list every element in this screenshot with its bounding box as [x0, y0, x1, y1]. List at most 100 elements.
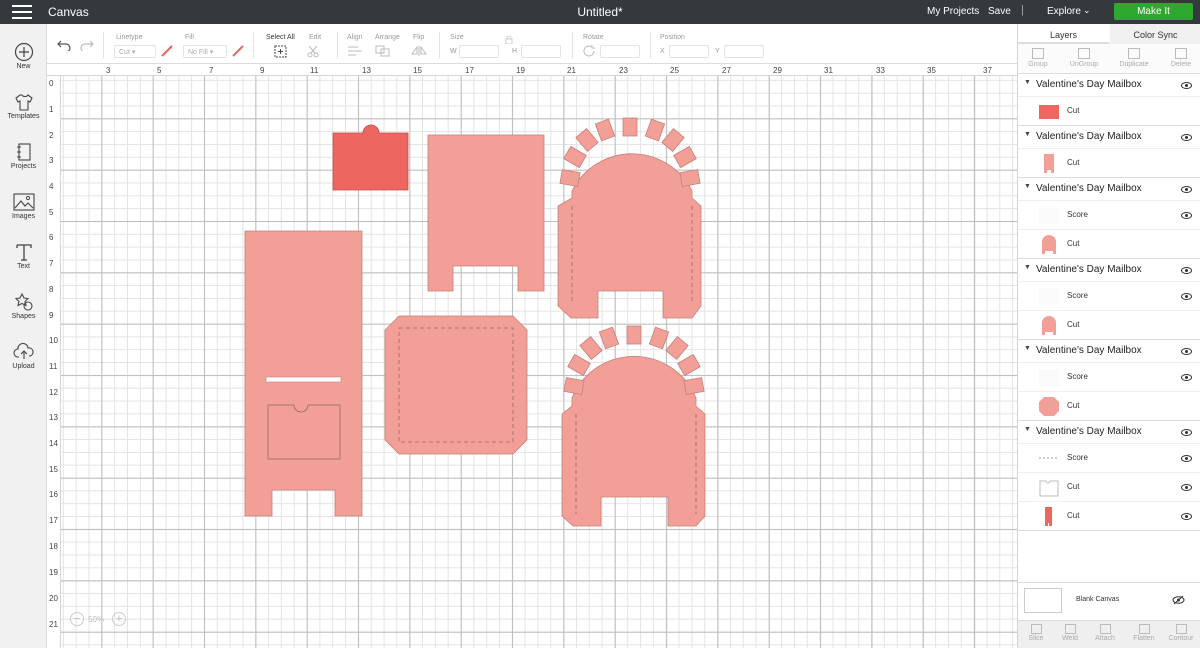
- ruler-tick-label: 4: [49, 182, 54, 191]
- layer-group-header[interactable]: ▼ Valentine's Day Mailbox: [1018, 340, 1200, 362]
- select-all-icon[interactable]: [274, 45, 287, 58]
- duplicate-icon: [1128, 48, 1140, 59]
- group-button[interactable]: Group: [1018, 48, 1058, 68]
- tab-color-sync[interactable]: Color Sync: [1110, 24, 1200, 44]
- eye-icon[interactable]: [1181, 513, 1192, 520]
- layer-group-header[interactable]: ▼ Valentine's Day Mailbox: [1018, 421, 1200, 443]
- ruler-tick-label: 35: [927, 66, 936, 75]
- x-input[interactable]: [669, 45, 709, 58]
- fill-select[interactable]: No Fill ▾: [183, 45, 227, 58]
- chevron-down-icon[interactable]: ⌄: [1083, 5, 1091, 16]
- chevron-down-icon[interactable]: ▼: [1024, 264, 1031, 271]
- eye-icon[interactable]: [1181, 374, 1192, 381]
- layer-row[interactable]: Cut: [1018, 310, 1200, 339]
- align-icon[interactable]: [347, 45, 365, 57]
- canvas-shapes: [244, 117, 706, 527]
- linetype-color-icon[interactable]: [160, 44, 174, 58]
- duplicate-button[interactable]: Duplicate: [1114, 48, 1154, 68]
- eye-icon[interactable]: [1181, 186, 1192, 193]
- layer-group-header[interactable]: ▼ Valentine's Day Mailbox: [1018, 126, 1200, 148]
- left-ruler: 0 1 2 3 4 5 6 7 8 9 10 11 12 13 14 15 16…: [47, 76, 61, 648]
- tab-layers[interactable]: Layers: [1018, 24, 1109, 44]
- design-canvas[interactable]: [61, 76, 1017, 648]
- save-button[interactable]: Save: [988, 6, 1011, 17]
- contour-button[interactable]: Contour: [1163, 624, 1199, 642]
- blank-canvas-swatch[interactable]: [1024, 588, 1062, 613]
- fill-label: Fill: [185, 34, 194, 41]
- layer-group-header[interactable]: ▼ Valentine's Day Mailbox: [1018, 74, 1200, 96]
- eye-icon[interactable]: [1181, 429, 1192, 436]
- chevron-down-icon[interactable]: ▼: [1024, 345, 1031, 352]
- layer-row[interactable]: Cut: [1018, 472, 1200, 501]
- ruler-tick-label: 11: [310, 66, 319, 75]
- layer-group-header[interactable]: ▼ Valentine's Day Mailbox: [1018, 259, 1200, 281]
- flip-icon[interactable]: [410, 45, 430, 57]
- attach-icon: [1099, 624, 1111, 634]
- eye-icon[interactable]: [1181, 267, 1192, 274]
- zoom-out-button[interactable]: −: [70, 612, 84, 626]
- sidebar-item-projects[interactable]: Projects: [0, 138, 47, 184]
- layer-row[interactable]: Cut: [1018, 501, 1200, 530]
- sidebar-item-images[interactable]: Images: [0, 188, 47, 234]
- zoom-in-button[interactable]: +: [112, 612, 126, 626]
- linetype-value: Cut: [119, 49, 130, 56]
- eye-icon[interactable]: [1181, 484, 1192, 491]
- chevron-down-icon[interactable]: ▼: [1024, 79, 1031, 86]
- explore-dropdown[interactable]: Explore: [1047, 6, 1081, 17]
- rotate-input[interactable]: [600, 45, 640, 58]
- edit-scissors-icon[interactable]: [307, 45, 323, 58]
- layer-row[interactable]: Score: [1018, 200, 1200, 229]
- height-input[interactable]: [521, 45, 561, 58]
- layer-row[interactable]: Cut: [1018, 96, 1200, 125]
- ruler-tick-label: 23: [619, 66, 628, 75]
- eye-icon[interactable]: [1181, 212, 1192, 219]
- layer-group-header[interactable]: ▼ Valentine's Day Mailbox: [1018, 178, 1200, 200]
- layer-row[interactable]: Cut: [1018, 148, 1200, 177]
- chevron-down-icon[interactable]: ▼: [1024, 131, 1031, 138]
- eye-icon[interactable]: [1181, 82, 1192, 89]
- sidebar-item-text[interactable]: Text: [0, 238, 47, 284]
- chevron-down-icon[interactable]: ▼: [1024, 183, 1031, 190]
- weld-button[interactable]: Weld: [1052, 624, 1088, 642]
- ruler-tick-label: 17: [49, 516, 58, 525]
- layer-row[interactable]: Score: [1018, 362, 1200, 391]
- eye-hidden-icon[interactable]: [1172, 595, 1185, 605]
- layer-row[interactable]: Score: [1018, 281, 1200, 310]
- sidebar-item-new[interactable]: New: [0, 38, 47, 84]
- ungroup-button[interactable]: UnGroup: [1064, 48, 1104, 68]
- sidebar-item-templates[interactable]: Templates: [0, 88, 47, 134]
- eye-icon[interactable]: [1181, 134, 1192, 141]
- divider: |: [1021, 4, 1024, 16]
- layer-row[interactable]: Score: [1018, 443, 1200, 472]
- layer-label: Score: [1067, 291, 1088, 300]
- layer-label: Cut: [1067, 106, 1080, 115]
- linetype-select[interactable]: Cut ▾: [114, 45, 156, 58]
- sidebar-item-shapes[interactable]: Shapes: [0, 288, 47, 334]
- layer-group-name: Valentine's Day Mailbox: [1036, 426, 1142, 437]
- fill-color-icon[interactable]: [231, 44, 245, 58]
- chevron-down-icon[interactable]: ▼: [1024, 426, 1031, 433]
- flatten-button[interactable]: Flatten: [1126, 624, 1162, 642]
- layer-row[interactable]: Cut: [1018, 391, 1200, 420]
- delete-button[interactable]: Delete: [1161, 48, 1200, 68]
- arrange-icon[interactable]: [375, 45, 393, 57]
- y-input[interactable]: [724, 45, 764, 58]
- slice-button[interactable]: Slice: [1018, 624, 1054, 642]
- redo-icon[interactable]: [80, 39, 94, 51]
- sidebar-item-upload[interactable]: Upload: [0, 338, 47, 384]
- width-input[interactable]: [459, 45, 499, 58]
- make-it-button[interactable]: Make It: [1114, 3, 1193, 20]
- attach-button[interactable]: Attach: [1087, 624, 1123, 642]
- lock-icon[interactable]: [505, 36, 513, 44]
- eye-icon[interactable]: [1181, 455, 1192, 462]
- ruler-tick-label: 14: [49, 439, 58, 448]
- group-label: Group: [1028, 61, 1048, 68]
- layer-row[interactable]: Cut: [1018, 229, 1200, 258]
- eye-icon[interactable]: [1181, 348, 1192, 355]
- my-projects-link[interactable]: My Projects: [927, 6, 979, 17]
- ruler-tick-label: 2: [49, 131, 54, 140]
- document-title[interactable]: Untitled*: [0, 5, 1200, 19]
- blank-canvas-layer[interactable]: Blank Canvas: [1018, 582, 1200, 620]
- eye-icon[interactable]: [1181, 293, 1192, 300]
- undo-icon[interactable]: [57, 39, 71, 51]
